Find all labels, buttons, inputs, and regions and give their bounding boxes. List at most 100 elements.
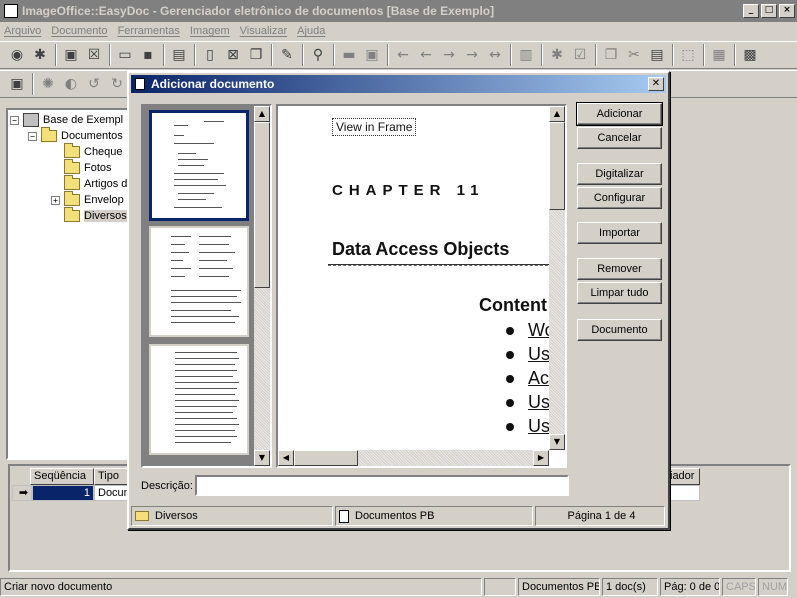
folder-icon (64, 143, 80, 158)
cancel-button[interactable]: Cancelar (577, 127, 662, 149)
previous-icon[interactable]: ← (415, 44, 437, 66)
remove-button[interactable]: Remover (577, 258, 662, 280)
scroll-up-button[interactable]: ▲ (549, 106, 565, 122)
last-icon[interactable]: → (461, 44, 483, 66)
add-button[interactable]: Adicionar (576, 102, 663, 126)
minimize-button[interactable]: _ (743, 4, 759, 18)
menu-visualizar[interactable]: Visualizar (240, 25, 288, 37)
cut-icon[interactable]: ✂ (623, 44, 645, 66)
pen-icon[interactable]: ✎ (276, 44, 298, 66)
status-num: NUM (758, 578, 788, 596)
scroll-down-button[interactable]: ▼ (254, 450, 270, 466)
screen-icon[interactable]: ▣ (6, 73, 28, 95)
scroll-down-button[interactable]: ▼ (549, 434, 565, 450)
scanner-icon[interactable]: ▬ (338, 44, 360, 66)
swap-icon[interactable]: ↔ (484, 44, 506, 66)
tree-item-documentos[interactable]: − Documentos (28, 127, 123, 144)
search-icon[interactable]: ⚲ (307, 44, 329, 66)
page-thumbnail-2[interactable] (149, 226, 249, 337)
menu-ferramentas[interactable]: Ferramentas (118, 25, 180, 37)
add-document-dialog: Adicionar documento ✕ ▲ ▼ View in Frame … (127, 71, 670, 530)
clear-all-button[interactable]: Limpar tudo (577, 282, 662, 304)
tree-item-cheque[interactable]: Cheque (64, 143, 123, 160)
maximize-button[interactable]: □ (761, 4, 777, 18)
copy-icon[interactable]: ❐ (600, 44, 622, 66)
lock-icon[interactable]: ▪ (137, 44, 159, 66)
save-icon[interactable]: ▣ (361, 44, 383, 66)
menu-documento[interactable]: Documento (51, 25, 107, 37)
first-icon[interactable]: ← (392, 44, 414, 66)
tree-item-diversos[interactable]: Diversos (64, 207, 127, 224)
collapse-icon[interactable]: − (10, 115, 19, 125)
description-input[interactable] (195, 475, 569, 496)
page-thumbnail-3[interactable] (149, 344, 249, 455)
toolbar-separator (703, 44, 705, 66)
page-thumbnail-1[interactable] (149, 110, 249, 221)
tree-item-envelope[interactable]: + Envelop (51, 191, 124, 208)
window-titlebar[interactable]: ImageOffice::EasyDoc - Gerenciador eletr… (0, 0, 797, 22)
scan-button[interactable]: Digitalizar (577, 163, 662, 185)
preview-title: Data Access Objects (332, 239, 510, 259)
brightness-icon[interactable]: ✺ (37, 73, 59, 95)
page-preview[interactable]: View in Frame CHAPTER 11 Data Access Obj… (276, 104, 567, 468)
scroll-up-button[interactable]: ▲ (254, 106, 270, 122)
toolbar-separator (271, 44, 273, 66)
import-button[interactable]: Importar (577, 222, 662, 244)
delete-document-icon[interactable]: ⊠ (222, 44, 244, 66)
delete-icon[interactable]: ☒ (83, 44, 105, 66)
scroll-thumb[interactable] (254, 122, 270, 288)
scroll-right-button[interactable]: ▶ (533, 450, 549, 466)
next-icon[interactable]: → (438, 44, 460, 66)
column-sequencia[interactable]: Seqüência (30, 468, 94, 485)
contrast-icon[interactable]: ◐ (60, 73, 82, 95)
collapse-icon[interactable]: − (28, 131, 37, 141)
dialog-close-button[interactable]: ✕ (648, 77, 664, 91)
database-icon[interactable]: ▣ (60, 44, 82, 66)
scroll-thumb[interactable] (549, 122, 565, 210)
tree-item-fotos[interactable]: Fotos (64, 159, 112, 176)
document-button[interactable]: Documento (577, 319, 662, 341)
tree-item-artigos[interactable]: Artigos d (64, 175, 127, 192)
new-document-icon[interactable]: ▯ (199, 44, 221, 66)
thumbnails-scrollbar[interactable]: ▲ ▼ (254, 106, 270, 466)
menu-arquivo[interactable]: Arquivo (4, 25, 41, 37)
status-message: Criar novo documento (0, 578, 482, 596)
main-toolbar: ◉ ✱ ▣ ☒ ▭ ▪ ▤ ▯ ⊠ ❐ ✎ ⚲ ▬ ▣ ← ← → → ↔ ▥ … (0, 41, 797, 69)
page-thumbnails[interactable]: ▲ ▼ (141, 104, 272, 468)
rotate-left-icon[interactable]: ↺ (83, 73, 105, 95)
pages-icon[interactable]: ▥ (515, 44, 537, 66)
scroll-left-button[interactable]: ◀ (278, 450, 294, 466)
toolbar-separator (55, 44, 57, 66)
cell-criador[interactable] (666, 485, 700, 501)
dialog-titlebar[interactable]: Adicionar documento ✕ (131, 75, 666, 93)
tree-item-label: Diversos (84, 210, 127, 222)
edit-page-icon[interactable]: ☑ (569, 44, 591, 66)
scroll-thumb[interactable] (294, 450, 358, 466)
preview-vscrollbar[interactable]: ▲ ▼ (549, 106, 565, 450)
status-caps: CAPS (722, 578, 756, 596)
folder-icon (41, 127, 57, 142)
rotate-right-icon[interactable]: ↻ (106, 73, 128, 95)
print-icon[interactable]: ▤ (168, 44, 190, 66)
menu-ajuda[interactable]: Ajuda (297, 25, 325, 37)
insert-page-icon[interactable]: ✱ (546, 44, 568, 66)
new-folder-icon[interactable]: ✱ (29, 44, 51, 66)
menu-imagem[interactable]: Imagem (190, 25, 230, 37)
column-criador[interactable]: iador (666, 468, 700, 485)
folder-tree[interactable]: − Base de Exempl − Documentos Cheque Fot… (6, 108, 130, 460)
close-button[interactable]: × (779, 4, 795, 18)
status-page: Pág: 0 de 0 (660, 578, 720, 596)
new-database-icon[interactable]: ◉ (6, 44, 28, 66)
configure-button[interactable]: Configurar (577, 187, 662, 209)
expand-icon[interactable]: + (51, 195, 60, 205)
tree-root[interactable]: − Base de Exempl (10, 112, 123, 128)
preview-bullet: Us (506, 416, 550, 437)
select-all-icon[interactable]: ⬚ (677, 44, 699, 66)
paste-icon[interactable]: ▤ (646, 44, 668, 66)
copy-document-icon[interactable]: ❐ (245, 44, 267, 66)
cell-sequencia[interactable]: 1 (32, 485, 94, 501)
clipboard-icon[interactable]: ▩ (739, 44, 761, 66)
properties-icon[interactable]: ▦ (708, 44, 730, 66)
preview-hscrollbar[interactable]: ◀ ▶ (278, 450, 549, 466)
open-folder-icon[interactable]: ▭ (114, 44, 136, 66)
